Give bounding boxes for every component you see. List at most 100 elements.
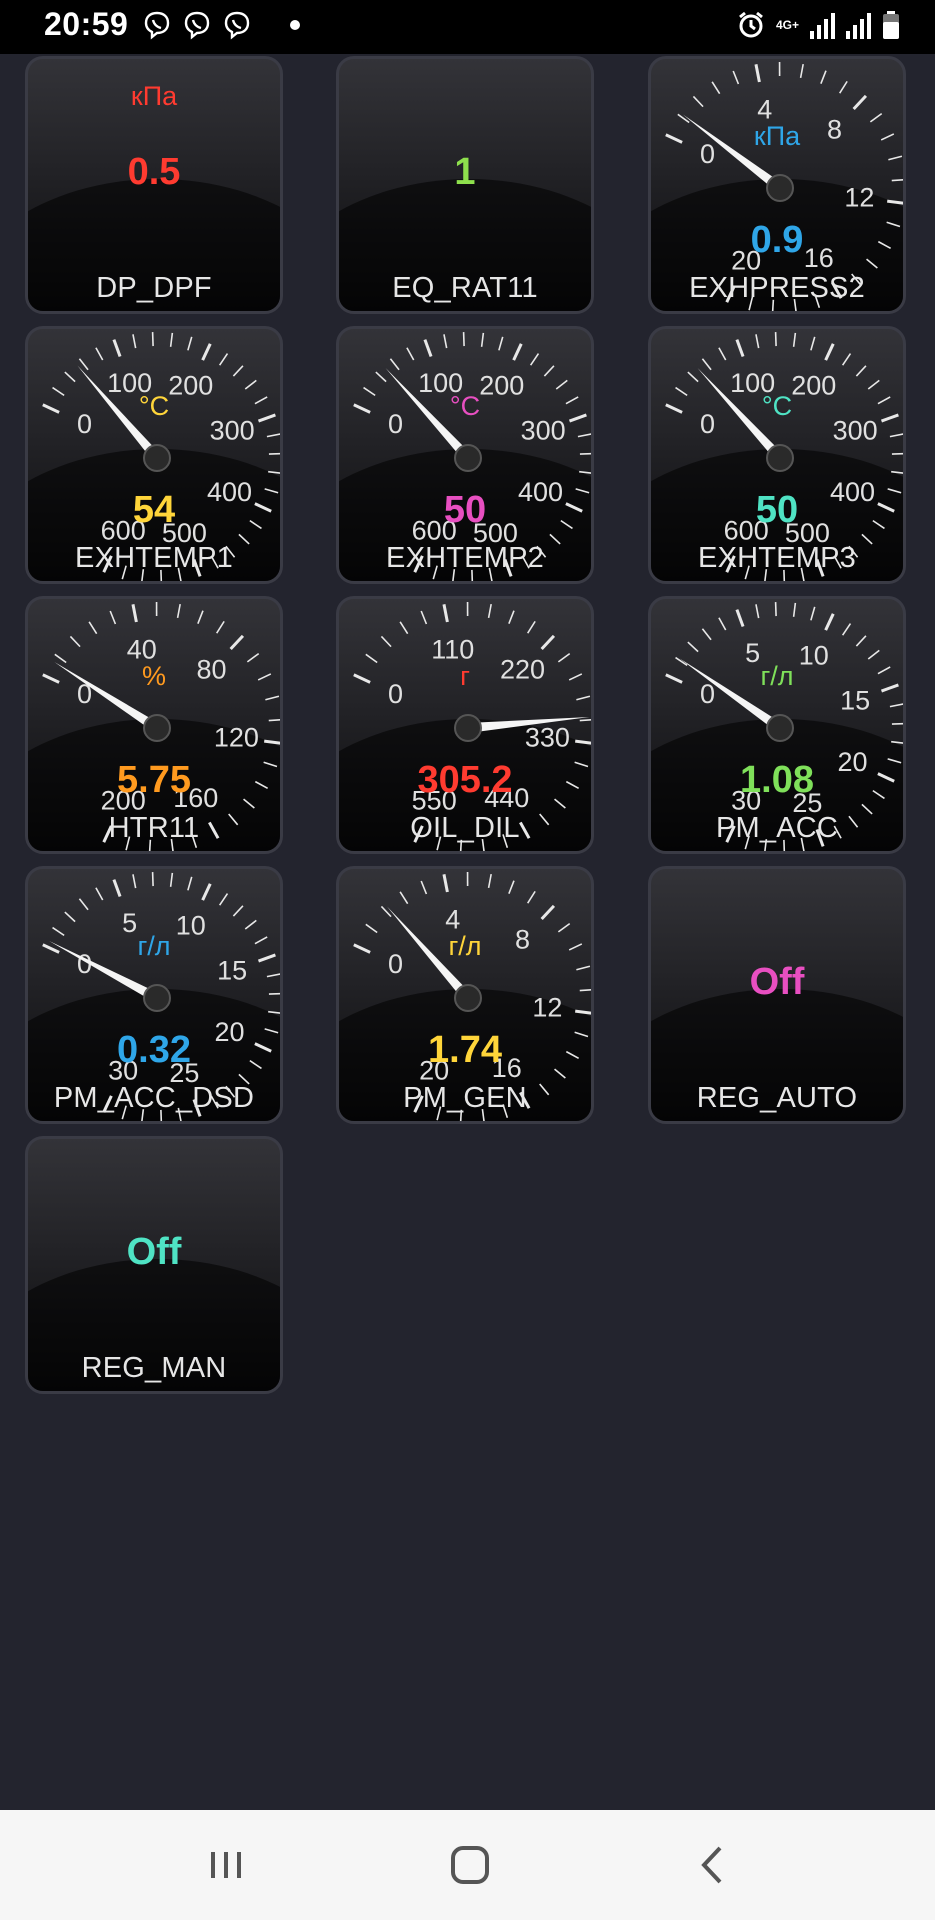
gauge-tile-exhpress2[interactable]: 0 4 8 12 16 20 кПа 0.9 EXHPRESS2 <box>648 56 906 314</box>
gauge-name: HTR11 <box>108 812 200 844</box>
needle-hub <box>454 444 482 472</box>
minor-tick <box>232 905 244 917</box>
minor-tick <box>579 470 591 474</box>
minor-tick <box>841 353 852 366</box>
major-tick <box>201 883 212 901</box>
major-tick <box>229 634 245 651</box>
back-icon[interactable] <box>684 1840 744 1890</box>
network-type: 4G+ <box>775 18 799 32</box>
minor-tick <box>799 64 804 79</box>
gauge-name: EXHTEMP3 <box>698 542 856 574</box>
minor-tick <box>755 604 760 619</box>
minor-tick <box>487 604 492 619</box>
dial-tick-label: 4 <box>757 94 772 124</box>
gauge-unit: °C <box>761 391 793 421</box>
navigation-bar <box>0 1810 935 1920</box>
minor-tick <box>839 80 848 94</box>
dial-tick-label: 40 <box>127 634 157 664</box>
recent-apps-icon[interactable] <box>196 1840 256 1890</box>
minor-tick <box>480 332 485 347</box>
gauge-name: PM_ACC <box>715 812 839 844</box>
gauge-tile-exhtemp1[interactable]: 0 100 200 300 400 500 600 °C 54 EXHTEMP1 <box>25 326 283 584</box>
minor-tick <box>95 887 104 901</box>
gauge-tile-oil-dil[interactable]: 0 110 220 330 440 550 г 305.2 OIL_DIL <box>336 596 594 854</box>
major-tick <box>824 613 835 631</box>
minor-tick <box>692 95 704 108</box>
gauge-name: REG_AUTO <box>696 1082 858 1114</box>
home-icon[interactable] <box>440 1840 500 1890</box>
gauge-value: 50 <box>443 489 487 531</box>
alarm-icon <box>739 11 763 38</box>
major-tick <box>852 94 868 111</box>
gauge-unit: г/л <box>448 931 482 961</box>
minor-tick <box>232 365 244 377</box>
minor-tick <box>389 358 400 371</box>
gauge-tile-dp-dpf[interactable]: кПа 0.5 DP_DPF <box>25 56 283 314</box>
gauge-unit: г <box>460 661 470 691</box>
gauge-unit: кПа <box>130 81 178 111</box>
gauge-value: 5.75 <box>117 759 191 801</box>
minor-tick <box>197 610 204 625</box>
minor-tick <box>78 898 89 911</box>
needle-hub <box>766 174 794 202</box>
gauge-tile-exhtemp2[interactable]: 0 100 200 300 400 500 600 °C 50 EXHTEMP2 <box>336 326 594 584</box>
dial-tick-label: 330 <box>525 723 570 753</box>
minor-tick <box>810 606 816 621</box>
minor-tick <box>579 989 591 992</box>
minor-tick <box>792 332 797 347</box>
gauge-tile-eq-rat11[interactable]: 1 EQ_RAT11 <box>336 56 594 314</box>
minor-tick <box>380 635 392 648</box>
gauge-name: PM_ACC_DSD <box>53 1082 255 1114</box>
major-tick <box>735 339 745 358</box>
gauge-tile-pm-acc[interactable]: 0 5 10 15 20 25 30 г/л 1.08 PM_ACC <box>648 596 906 854</box>
minor-tick <box>268 470 280 474</box>
gauge-value: 54 <box>132 489 176 531</box>
gauge-name: PM_GEN <box>403 1082 527 1114</box>
minor-tick <box>820 70 827 85</box>
minor-tick <box>577 433 591 438</box>
minor-tick <box>529 353 540 366</box>
gauge-unit: % <box>141 661 166 691</box>
dial-tick-label: 4 <box>445 904 460 934</box>
gauge-name: EXHTEMP2 <box>386 542 544 574</box>
minor-tick <box>218 353 229 366</box>
gauge-tile-htr11[interactable]: 0 40 80 120 160 200% 5.75 HTR11 <box>25 596 283 854</box>
minor-tick <box>399 891 409 905</box>
gauge-tile-pm-gen[interactable]: 0 4 8 12 16 20 г/л 1.74 PM_GEN <box>336 866 594 1124</box>
major-tick <box>735 609 745 628</box>
minor-tick <box>64 371 76 383</box>
gauge-tile-exhtemp3[interactable]: 0 100 200 300 400 500 600 °C 50 EXHTEMP3 <box>648 326 906 584</box>
gauge-tile-reg-man[interactable]: Off REG_MAN <box>25 1136 283 1394</box>
minor-tick <box>867 379 880 390</box>
gauge-name: OIL_DIL <box>410 812 520 844</box>
viber-icon <box>184 11 210 40</box>
minor-tick <box>244 919 257 930</box>
gauge-value: 50 <box>755 489 799 531</box>
minor-tick <box>406 347 415 361</box>
gauge-tile-reg-auto[interactable]: Off REG_AUTO <box>648 866 906 1124</box>
gauge-tile-pm-acc-dsd[interactable]: 0 5 10 15 20 25 30 г/л 0.32 PM_ACC_DSD <box>25 866 283 1124</box>
major-tick <box>112 339 122 358</box>
system-icons: 4G+ <box>736 10 901 40</box>
gauge-name: DP_DPF <box>96 272 212 304</box>
needle-hub <box>143 444 171 472</box>
notification-icons <box>142 10 300 40</box>
dial-tick-label: 12 <box>532 993 562 1023</box>
gauge-name: EXHPRESS2 <box>689 272 865 304</box>
minor-tick <box>375 371 387 383</box>
gauge-value: 0.32 <box>117 1029 191 1071</box>
minor-tick <box>420 880 428 895</box>
minor-tick <box>891 470 903 474</box>
dial-tick-label: 12 <box>844 183 874 213</box>
major-tick <box>575 1009 591 1015</box>
dial-tick-label: 120 <box>214 723 259 753</box>
major-tick <box>540 904 556 921</box>
minor-tick <box>420 610 428 625</box>
minor-tick <box>78 358 89 371</box>
needle-hub <box>766 714 794 742</box>
gauge-value: 1 <box>454 151 476 193</box>
status-bar: 20:59 4G+ <box>0 0 935 54</box>
minor-tick <box>555 379 568 390</box>
minor-tick <box>527 890 536 904</box>
gauge-name: REG_MAN <box>81 1352 227 1384</box>
